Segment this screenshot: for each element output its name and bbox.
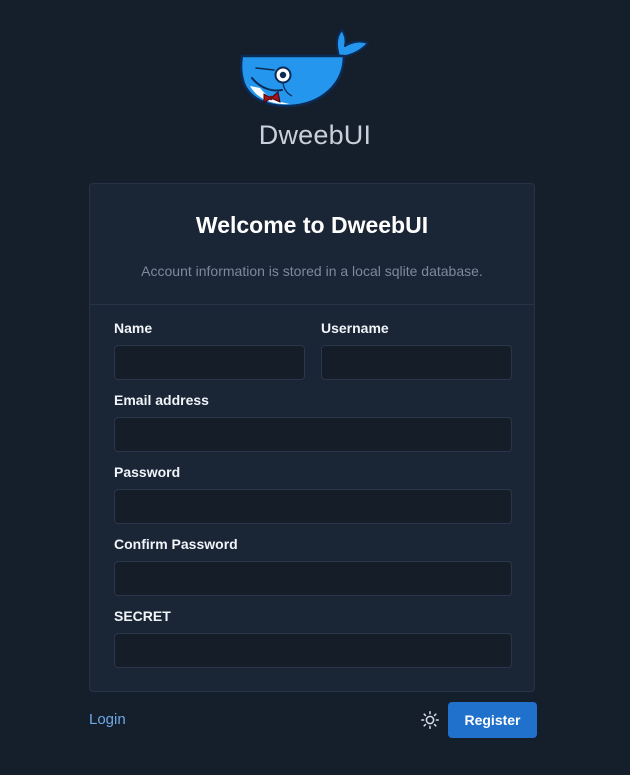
logo bbox=[0, 24, 630, 114]
email-input[interactable] bbox=[114, 417, 512, 452]
email-label: Email address bbox=[114, 392, 209, 408]
name-input[interactable] bbox=[114, 345, 305, 380]
card-header: Welcome to DweebUI Account information i… bbox=[90, 184, 534, 305]
confirm-password-label: Confirm Password bbox=[114, 536, 238, 552]
brand-name: DweebUI bbox=[258, 120, 372, 150]
sun-icon bbox=[421, 711, 439, 729]
password-input[interactable] bbox=[114, 489, 512, 524]
register-card: Welcome to DweebUI Account information i… bbox=[89, 183, 535, 692]
secret-input[interactable] bbox=[114, 633, 512, 668]
password-label: Password bbox=[114, 464, 181, 480]
whale-logo-icon bbox=[239, 29, 369, 108]
secret-label: SECRET bbox=[114, 608, 171, 624]
theme-toggle-button[interactable] bbox=[420, 710, 440, 730]
register-page: DweebUI Welcome to DweebUI Account infor… bbox=[0, 0, 630, 775]
register-button[interactable]: Register bbox=[448, 702, 537, 738]
username-input[interactable] bbox=[321, 345, 512, 380]
confirm-password-input[interactable] bbox=[114, 561, 512, 596]
card-title: Welcome to DweebUI bbox=[195, 212, 429, 238]
login-link[interactable]: Login bbox=[89, 711, 126, 728]
username-label: Username bbox=[321, 320, 389, 336]
name-label: Name bbox=[114, 320, 153, 336]
card-subtitle: Account information is stored in a local… bbox=[141, 263, 483, 279]
